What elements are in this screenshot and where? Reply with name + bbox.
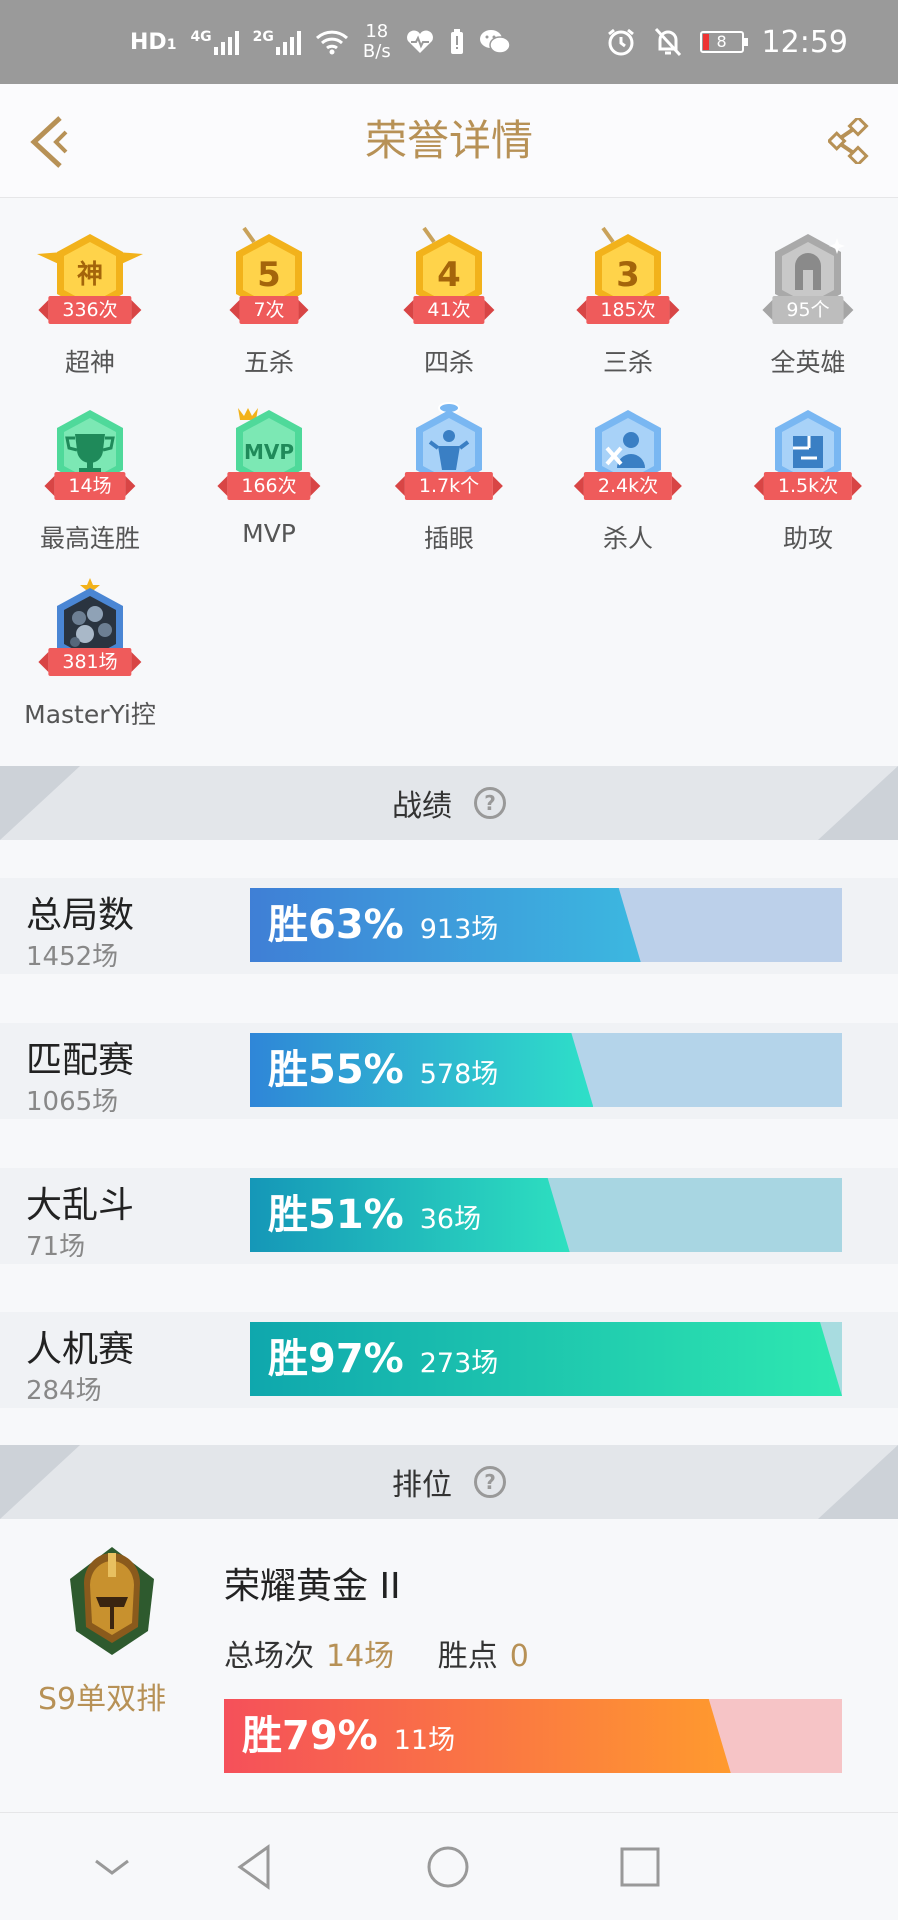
league-points-value: 0 [509,1639,529,1674]
page-title: 荣誉详情 [364,116,533,165]
win-rate-label: 胜51% [268,1192,404,1238]
wechat-icon [479,30,511,54]
wins-count: 273场 [419,1348,499,1379]
honor-all-heroes[interactable]: 95个 全英雄 [718,198,898,377]
honor-count: 1.7k个 [394,472,504,500]
stat-total: 284场 [26,1376,102,1406]
hd-indicator: HD1 [130,29,177,55]
gold-rank-emblem-icon [70,1547,154,1655]
honor-count: 1.5k次 [753,472,863,500]
stat-name: 大乱斗 [26,1185,135,1226]
stats-section-header: 战绩 ? [0,766,898,840]
honor-assists[interactable]: 1.5k次 助攻 [718,374,898,553]
honor-count: 14场 [44,472,136,500]
rank-win-rate-bar: 胜79% 11场 [224,1699,842,1773]
honor-count: 95个 [762,296,854,324]
system-nav-bar [0,1812,898,1920]
rank-panel[interactable]: S9单双排 荣耀黄金 II 总场次 14场 胜点 0 胜79% 11场 [0,1519,898,1809]
honor-triple-kill[interactable]: 3 185次 三杀 [538,198,718,377]
signal-4g: 4G [190,29,239,55]
honor-count: 7次 [229,296,309,324]
honor-label: 插眼 [423,524,474,553]
win-rate-label: 胜55% [268,1047,404,1093]
rank-season: S9单双排 [38,1682,167,1717]
honor-count: 166次 [217,472,321,500]
honors-grid: 神 336次 超神 5 7次 五杀 4 41次 四杀 3 185次 三杀 95个… [0,198,898,766]
wins-count: 11场 [393,1725,456,1756]
honor-label: 助攻 [782,524,833,553]
stat-name: 人机赛 [26,1329,135,1370]
honor-label: 杀人 [602,524,653,553]
battery-icon: 8 [699,31,748,53]
honor-label: MasterYi控 [24,700,156,729]
nav-recents-icon[interactable] [612,1839,668,1895]
svg-text:3: 3 [616,255,640,295]
honor-kills[interactable]: 2.4k次 杀人 [538,374,718,553]
stat-total: 71场 [26,1232,86,1262]
honor-label: MVP [242,519,296,548]
signal-bars-icon [275,29,301,55]
total-games-label: 总场次 [224,1639,314,1674]
stat-total: 1452场 [26,942,119,972]
league-points-label: 胜点 [437,1639,498,1674]
nav-back-icon[interactable] [228,1839,284,1895]
wins-count: 36场 [419,1204,482,1235]
win-rate-bar: 胜63% 913场 [250,888,842,962]
wifi-icon [315,30,348,55]
stat-name: 总局数 [26,895,135,936]
section-title: 排位 [392,1468,452,1503]
svg-text:神: 神 [77,260,103,290]
stat-row-total[interactable]: 总局数 1452场 胜63% 913场 [0,878,898,974]
health-icon [406,30,433,53]
status-bar: HD1 4G 2G 18 B/s 8 12:59 [0,0,898,84]
win-rate-bar: 胜51% 36场 [250,1178,842,1252]
total-games-value: 14场 [326,1639,395,1674]
svg-text:MVP: MVP [244,440,294,464]
honor-hero-masteryi[interactable]: 381场 MasterYi控 [0,550,180,729]
honor-quadra-kill[interactable]: 4 41次 四杀 [359,198,539,377]
help-icon[interactable]: ? [474,1466,506,1498]
honor-count: 336次 [38,296,142,324]
win-rate-bar: 胜97% 273场 [250,1322,842,1396]
honor-mvp[interactable]: MVP 166次 MVP [179,374,359,548]
rank-meta: 总场次 14场 胜点 0 [224,1631,529,1675]
app-header: 荣誉详情 [0,84,898,198]
nav-home-icon[interactable] [420,1839,476,1895]
honor-count: 2.4k次 [573,472,683,500]
stat-row-bots[interactable]: 人机赛 284场 胜97% 273场 [0,1312,898,1408]
stat-row-aram[interactable]: 大乱斗 71场 胜51% 36场 [0,1168,898,1264]
svg-text:5: 5 [257,255,281,295]
honor-count: 381场 [38,648,142,676]
stat-total: 1065场 [26,1087,119,1117]
rank-section-header: 排位 ? [0,1445,898,1519]
win-rate-label: 胜97% [268,1336,404,1382]
network-speed: 18 B/s [362,21,391,62]
honor-win-streak[interactable]: 14场 最高连胜 [0,374,180,553]
honor-count: 185次 [576,296,680,324]
honor-ward[interactable]: 1.7k个 插眼 [359,374,539,553]
section-title: 战绩 [392,789,452,824]
signal-2g: 2G [253,29,301,55]
win-rate-bar: 胜55% 578场 [250,1033,842,1107]
clock: 12:59 [761,24,848,60]
stat-name: 匹配赛 [26,1040,135,1081]
battery-alert-icon [450,29,463,54]
wins-count: 913场 [419,914,499,945]
honor-god[interactable]: 神 336次 超神 [0,198,180,377]
help-icon[interactable]: ? [474,787,506,819]
win-rate-label: 胜63% [268,902,404,948]
rank-tier: 荣耀黄金 II [224,1566,401,1607]
stat-row-match[interactable]: 匹配赛 1065场 胜55% 578场 [0,1023,898,1119]
alarm-icon [607,28,634,56]
svg-text:4: 4 [437,255,461,295]
honor-count: 41次 [403,296,495,324]
signal-bars-icon [213,29,239,55]
wins-count: 578场 [419,1059,499,1090]
mute-icon [654,27,681,57]
collapse-chevron-icon[interactable] [84,1839,140,1895]
honor-penta-kill[interactable]: 5 7次 五杀 [179,198,359,377]
win-rate-label: 胜79% [242,1713,378,1759]
share-button[interactable] [828,118,874,164]
